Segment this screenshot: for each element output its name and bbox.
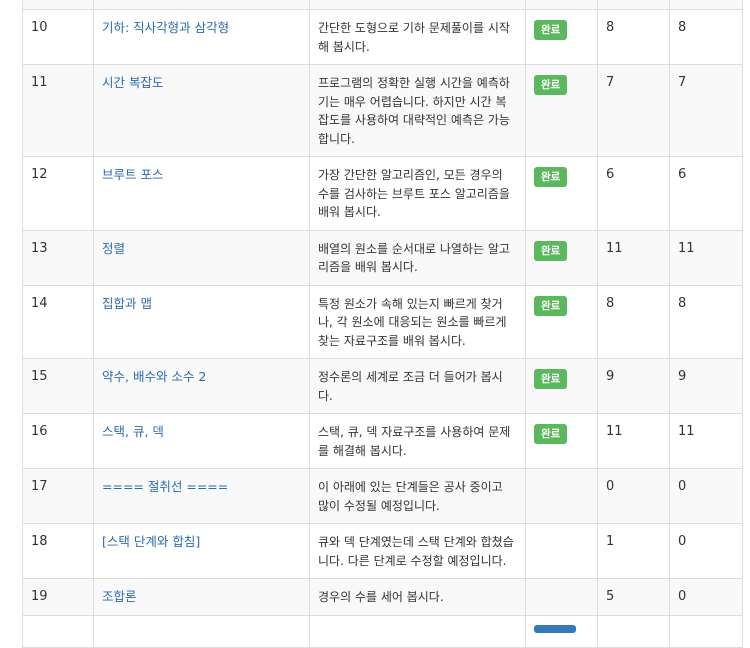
- problem-count: 9: [597, 358, 670, 414]
- status-badge: 완료: [534, 75, 568, 95]
- solved-count: 11: [669, 229, 743, 286]
- table-row-partial-top: [22, 0, 743, 10]
- step-description: 큐와 덱 단계였는데 스택 단계와 합쳤습니다. 다른 단계로 수정할 예정입니…: [309, 523, 526, 579]
- table-row: 13 정렬 배열의 원소를 순서대로 나열하는 알고리즘을 배워 봅시다. 완료…: [22, 229, 743, 286]
- solved-count: 0: [669, 578, 743, 616]
- table-row: 18 [스택 단계와 합침] 큐와 덱 단계였는데 스택 단계와 합쳤습니다. …: [22, 523, 743, 579]
- solved-count: 0: [669, 468, 743, 524]
- step-number: 10: [22, 9, 94, 65]
- problem-count: 7: [597, 64, 670, 157]
- step-number: 14: [22, 284, 94, 359]
- status-cell-empty: [525, 523, 598, 579]
- status-badge-partial: [534, 625, 576, 633]
- table-row: 11 시간 복잡도 프로그램의 정확한 실행 시간을 예측하기는 매우 어렵습니…: [22, 64, 743, 157]
- step-description: 이 아래에 있는 단계들은 공사 중이고 많이 수정될 예정입니다.: [309, 468, 526, 524]
- status-badge: 완료: [534, 295, 568, 316]
- table-row: 17 ==== 절취선 ==== 이 아래에 있는 단계들은 공사 중이고 많이…: [22, 468, 743, 524]
- table-row: 14 집합과 맵 특정 원소가 속해 있는지 빠르게 찾거나, 각 원소에 대응…: [22, 284, 743, 359]
- step-description: 정수론의 세계로 조금 더 들어가 봅시다.: [309, 358, 526, 414]
- table-row-partial-bottom: [22, 615, 743, 648]
- step-number: 19: [22, 578, 94, 616]
- solved-count: 9: [669, 358, 743, 414]
- step-title-link[interactable]: ==== 절취선 ====: [102, 479, 228, 494]
- status-cell-empty: [525, 578, 598, 616]
- step-description: 프로그램의 정확한 실행 시간을 예측하기는 매우 어렵습니다. 하지만 시간 …: [309, 64, 526, 157]
- solved-count: 7: [669, 64, 743, 157]
- step-title-link[interactable]: 약수, 배수와 소수 2: [102, 369, 206, 384]
- table-row: 16 스택, 큐, 덱 스택, 큐, 덱 자료구조를 사용하여 문제를 해결해 …: [22, 413, 743, 469]
- solved-count: 0: [669, 523, 743, 579]
- solved-count: 11: [669, 413, 743, 469]
- step-title-link[interactable]: 스택, 큐, 덱: [102, 424, 164, 439]
- solved-count: 8: [669, 9, 743, 65]
- step-number: 16: [22, 413, 94, 469]
- step-number: 11: [22, 64, 94, 157]
- step-description: 특정 원소가 속해 있는지 빠르게 찾거나, 각 원소에 대응되는 원소를 빠르…: [309, 284, 526, 359]
- problem-count: 8: [597, 9, 670, 65]
- problem-count: 1: [597, 523, 670, 579]
- step-title-link[interactable]: 브루트 포스: [102, 167, 163, 182]
- solved-count: 6: [669, 156, 743, 231]
- step-number: 18: [22, 523, 94, 579]
- step-title-link[interactable]: 집합과 맵: [102, 296, 152, 311]
- step-number: 13: [22, 229, 94, 286]
- table-row: 19 조합론 경우의 수를 세어 봅시다. 5 0: [22, 578, 743, 616]
- status-badge: 완료: [534, 240, 568, 261]
- step-description: 경우의 수를 세어 봅시다.: [309, 578, 526, 616]
- step-number: 12: [22, 156, 94, 231]
- status-cell-empty: [525, 468, 598, 524]
- status-badge: 완료: [534, 20, 568, 40]
- problem-count: 11: [597, 413, 670, 469]
- problem-count: 0: [597, 468, 670, 524]
- step-table: 10 기하: 직사각형과 삼각형 간단한 도형으로 기하 문제풀이를 시작해 봅…: [22, 0, 743, 648]
- problem-count: 6: [597, 156, 670, 231]
- step-description: 배열의 원소를 순서대로 나열하는 알고리즘을 배워 봅시다.: [309, 229, 526, 286]
- step-title-link[interactable]: 정렬: [102, 241, 125, 256]
- status-badge: 완료: [534, 424, 568, 444]
- step-title-link[interactable]: 조합론: [102, 589, 137, 604]
- problem-count: 8: [597, 284, 670, 359]
- step-table-container: 10 기하: 직사각형과 삼각형 간단한 도형으로 기하 문제풀이를 시작해 봅…: [22, 0, 743, 648]
- table-row: 12 브루트 포스 가장 간단한 알고리즘인, 모든 경우의 수를 검사하는 브…: [22, 156, 743, 231]
- table-row: 15 약수, 배수와 소수 2 정수론의 세계로 조금 더 들어가 봅시다. 완…: [22, 358, 743, 414]
- step-number: 17: [22, 468, 94, 524]
- table-row: 10 기하: 직사각형과 삼각형 간단한 도형으로 기하 문제풀이를 시작해 봅…: [22, 9, 743, 65]
- step-description: 간단한 도형으로 기하 문제풀이를 시작해 봅시다.: [309, 9, 526, 65]
- problem-count: 11: [597, 229, 670, 286]
- status-badge: 완료: [534, 167, 568, 187]
- step-description: 가장 간단한 알고리즘인, 모든 경우의 수를 검사하는 브루트 포스 알고리즘…: [309, 156, 526, 231]
- step-description: 스택, 큐, 덱 자료구조를 사용하여 문제를 해결해 봅시다.: [309, 413, 526, 469]
- solved-count: 8: [669, 284, 743, 359]
- step-title-link[interactable]: 기하: 직사각형과 삼각형: [102, 20, 229, 35]
- status-badge: 완료: [534, 369, 568, 389]
- step-title-link[interactable]: 시간 복잡도: [102, 75, 163, 90]
- problem-count: 5: [597, 578, 670, 616]
- step-number: 15: [22, 358, 94, 414]
- step-title-link[interactable]: [스택 단계와 합침]: [102, 534, 200, 549]
